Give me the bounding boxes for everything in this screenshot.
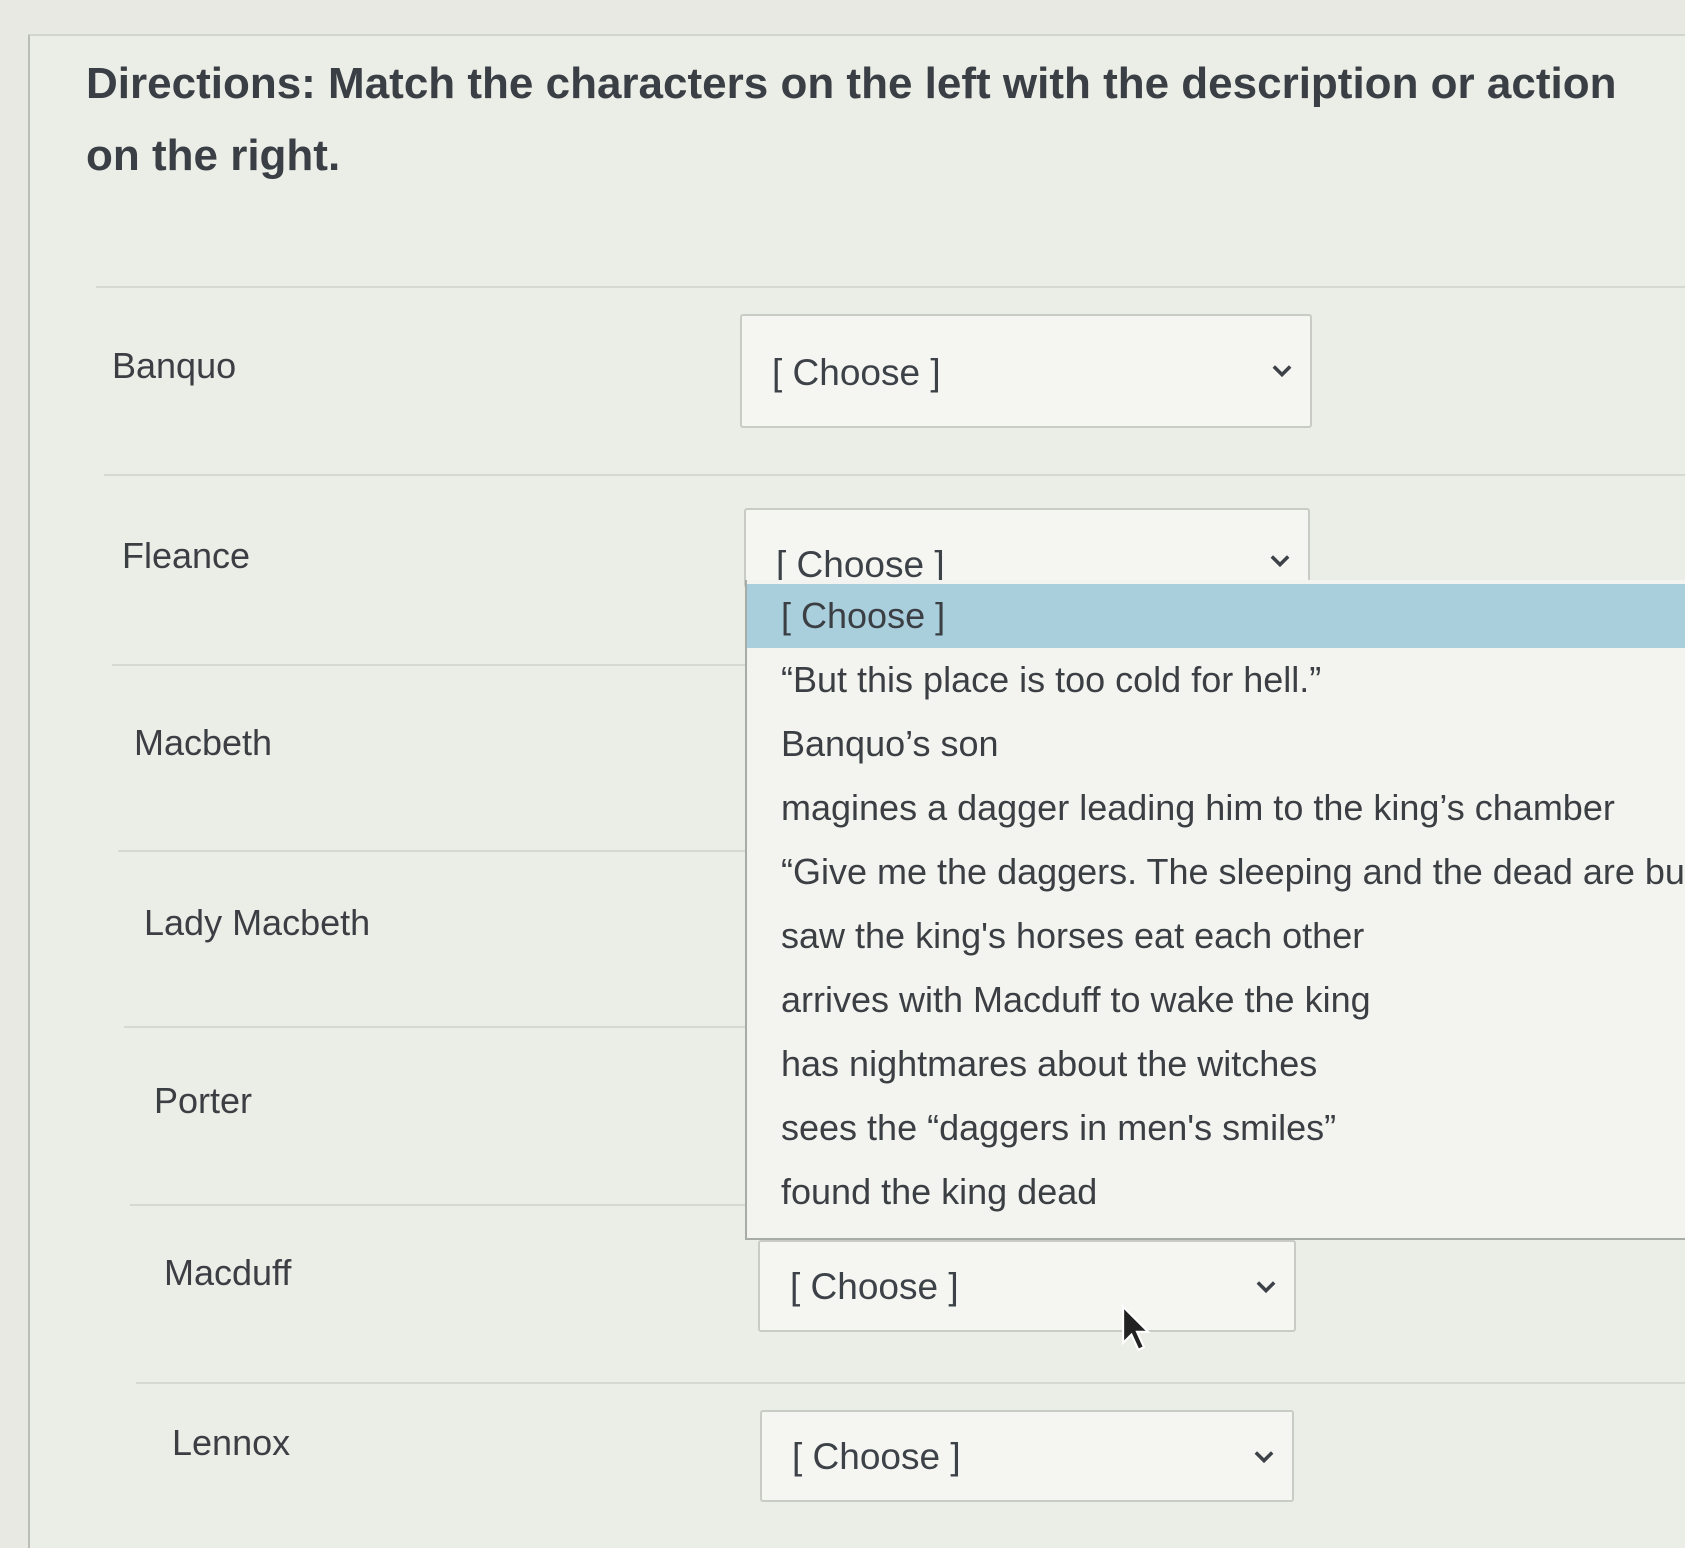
divider — [124, 1026, 745, 1028]
select-value: [ Choose ] — [772, 352, 941, 393]
character-label-lady-macbeth: Lady Macbeth — [144, 902, 371, 943]
divider — [104, 474, 1685, 476]
character-label-fleance: Fleance — [122, 535, 251, 576]
option-found-king-dead[interactable]: found the king dead — [747, 1160, 1685, 1224]
chevron-down-icon — [1254, 1451, 1274, 1464]
character-label-macbeth: Macbeth — [134, 722, 273, 763]
option-imagines-dagger[interactable]: magines a dagger leading him to the king… — [747, 776, 1685, 840]
divider — [112, 664, 745, 666]
option-arrives-with-macduff[interactable]: arrives with Macduff to wake the king — [747, 968, 1685, 1032]
chevron-down-icon — [1256, 1281, 1276, 1294]
chevron-down-icon — [1270, 555, 1290, 568]
divider — [96, 286, 1685, 288]
chevron-down-icon — [1272, 365, 1292, 378]
character-label-porter: Porter — [154, 1080, 253, 1121]
option-daggers-in-smiles[interactable]: sees the “daggers in men's smiles” — [747, 1096, 1685, 1160]
fleance-options-listbox[interactable]: [ Choose ] “But this place is too cold f… — [745, 580, 1685, 1240]
divider — [130, 1204, 745, 1206]
directions-text: Directions: Match the characters on the … — [86, 59, 1617, 180]
answer-select-macduff[interactable]: [ Choose ] — [758, 1240, 1296, 1332]
answer-select-banquo[interactable]: [ Choose ] — [740, 314, 1312, 428]
option-banquos-son[interactable]: Banquo’s son — [747, 712, 1685, 776]
option-nightmares-witches[interactable]: has nightmares about the witches — [747, 1032, 1685, 1096]
divider — [136, 1382, 1685, 1384]
select-value: [ Choose ] — [790, 1266, 959, 1307]
option-give-me-daggers[interactable]: “Give me the daggers. The sleeping and t… — [747, 840, 1685, 904]
character-label-banquo: Banquo — [112, 345, 237, 386]
mouse-cursor-icon — [1122, 1304, 1151, 1352]
divider — [118, 850, 745, 852]
answer-select-lennox[interactable]: [ Choose ] — [760, 1410, 1294, 1502]
answer-select-fleance[interactable]: [ Choose ] — [744, 508, 1310, 588]
option-cold-for-hell[interactable]: “But this place is too cold for hell.” — [747, 648, 1685, 712]
option-horses-eat[interactable]: saw the king's horses eat each other — [747, 904, 1685, 968]
select-value: [ Choose ] — [792, 1436, 961, 1477]
character-label-lennox: Lennox — [172, 1422, 291, 1463]
character-label-macduff: Macduff — [164, 1252, 292, 1293]
option-choose[interactable]: [ Choose ] — [747, 584, 1685, 648]
